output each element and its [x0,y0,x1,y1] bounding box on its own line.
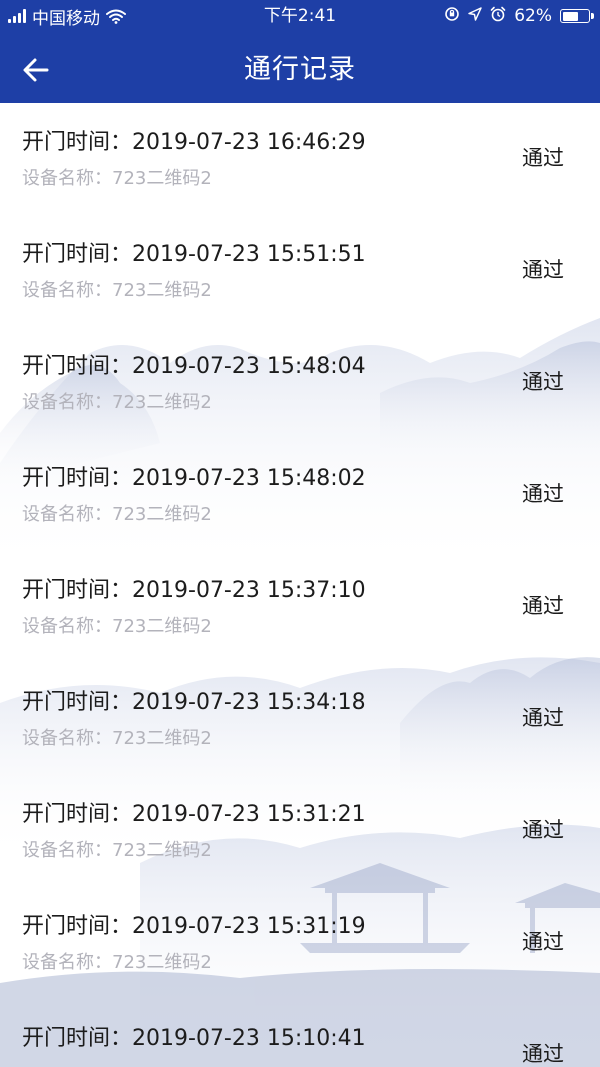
open-time-label: 开门时间： [22,802,133,827]
record-time-line: 开门时间：2019-07-23 16:46:29 [22,128,366,158]
device-name-label: 设备名称： [22,728,112,749]
record-time-line: 开门时间：2019-07-23 15:48:02 [22,464,366,494]
record-device-line: 设备名称：723二维码2 [22,726,212,752]
app-header: 中国移动 下午2:41 62% 通行记录 [0,0,600,103]
record-item[interactable]: 开门时间：2019-07-23 15:37:10 设备名称：723二维码2 通过 [0,551,600,663]
device-name-label: 设备名称： [22,168,112,189]
record-list: 开门时间：2019-07-23 16:46:29 设备名称：723二维码2 通过 开门… [0,103,600,1067]
record-status: 通过 [522,258,564,282]
alarm-icon [490,6,506,27]
open-time-value: 2019-07-23 16:46:29 [132,130,366,155]
nav-bar: 通行记录 [0,40,600,100]
device-name-value: 723二维码2 [112,168,212,189]
orientation-lock-icon [444,6,460,27]
record-item[interactable]: 开门时间：2019-07-23 15:48:02 设备名称：723二维码2 通过 [0,439,600,551]
device-name-value: 723二维码2 [112,952,212,973]
open-time-label: 开门时间： [22,1026,133,1051]
open-time-value: 2019-07-23 15:48:02 [132,466,366,491]
device-name-value: 723二维码2 [112,504,212,525]
record-status: 通过 [522,1042,564,1066]
record-item[interactable]: 开门时间：2019-07-23 15:31:19 设备名称：723二维码2 通过 [0,887,600,999]
open-time-label: 开门时间： [22,466,133,491]
record-item[interactable]: 开门时间：2019-07-23 15:48:04 设备名称：723二维码2 通过 [0,327,600,439]
record-time-line: 开门时间：2019-07-23 15:34:18 [22,688,366,718]
device-name-label: 设备名称： [22,616,112,637]
record-device-line: 设备名称：723二维码2 [22,614,212,640]
record-time-line: 开门时间：2019-07-23 15:31:21 [22,800,366,830]
record-item[interactable]: 开门时间：2019-07-23 15:10:41 通过 [0,999,600,1067]
status-right: 62% [444,4,594,28]
device-name-value: 723二维码2 [112,392,212,413]
open-time-value: 2019-07-23 15:34:18 [132,690,366,715]
record-device-line: 设备名称：723二维码2 [22,278,212,304]
open-time-label: 开门时间： [22,354,133,379]
record-status: 通过 [522,930,564,954]
open-time-label: 开门时间： [22,690,133,715]
record-device-line: 设备名称：723二维码2 [22,502,212,528]
record-status: 通过 [522,146,564,170]
record-item[interactable]: 开门时间：2019-07-23 15:31:21 设备名称：723二维码2 通过 [0,775,600,887]
open-time-value: 2019-07-23 15:37:10 [132,578,366,603]
record-status: 通过 [522,818,564,842]
record-time-line: 开门时间：2019-07-23 15:10:41 [22,1024,366,1054]
record-device-line: 设备名称：723二维码2 [22,950,212,976]
open-time-label: 开门时间： [22,578,133,603]
record-device-line: 设备名称：723二维码2 [22,390,212,416]
device-name-value: 723二维码2 [112,840,212,861]
device-name-label: 设备名称： [22,952,112,973]
page-title: 通行记录 [244,54,356,85]
device-name-label: 设备名称： [22,840,112,861]
device-name-label: 设备名称： [22,392,112,413]
record-device-line: 设备名称：723二维码2 [22,838,212,864]
device-name-value: 723二维码2 [112,616,212,637]
device-name-label: 设备名称： [22,280,112,301]
open-time-label: 开门时间： [22,130,133,155]
battery-fill [562,11,578,21]
open-time-label: 开门时间： [22,242,133,267]
device-name-value: 723二维码2 [112,728,212,749]
record-time-line: 开门时间：2019-07-23 15:31:19 [22,912,366,942]
record-time-line: 开门时间：2019-07-23 15:48:04 [22,352,366,382]
record-list-container[interactable]: 开门时间：2019-07-23 16:46:29 设备名称：723二维码2 通过 开门… [0,103,600,1067]
record-item[interactable]: 开门时间：2019-07-23 15:34:18 设备名称：723二维码2 通过 [0,663,600,775]
open-time-value: 2019-07-23 15:31:19 [132,914,366,939]
record-status: 通过 [522,706,564,730]
device-name-value: 723二维码2 [112,280,212,301]
record-status: 通过 [522,370,564,394]
open-time-label: 开门时间： [22,914,133,939]
open-time-value: 2019-07-23 15:31:21 [132,802,366,827]
record-item[interactable]: 开门时间：2019-07-23 15:51:51 设备名称：723二维码2 通过 [0,215,600,327]
record-device-line: 设备名称：723二维码2 [22,166,212,192]
location-arrow-icon [468,6,482,26]
record-status: 通过 [522,482,564,506]
status-bar: 中国移动 下午2:41 62% [0,0,600,32]
open-time-value: 2019-07-23 15:10:41 [132,1026,366,1051]
battery-percent: 62% [514,6,552,26]
record-time-line: 开门时间：2019-07-23 15:51:51 [22,240,366,270]
record-time-line: 开门时间：2019-07-23 15:37:10 [22,576,366,606]
open-time-value: 2019-07-23 15:51:51 [132,242,366,267]
device-name-label: 设备名称： [22,504,112,525]
open-time-value: 2019-07-23 15:48:04 [132,354,366,379]
record-status: 通过 [522,594,564,618]
record-item[interactable]: 开门时间：2019-07-23 16:46:29 设备名称：723二维码2 通过 [0,103,600,215]
battery-icon [560,9,594,23]
